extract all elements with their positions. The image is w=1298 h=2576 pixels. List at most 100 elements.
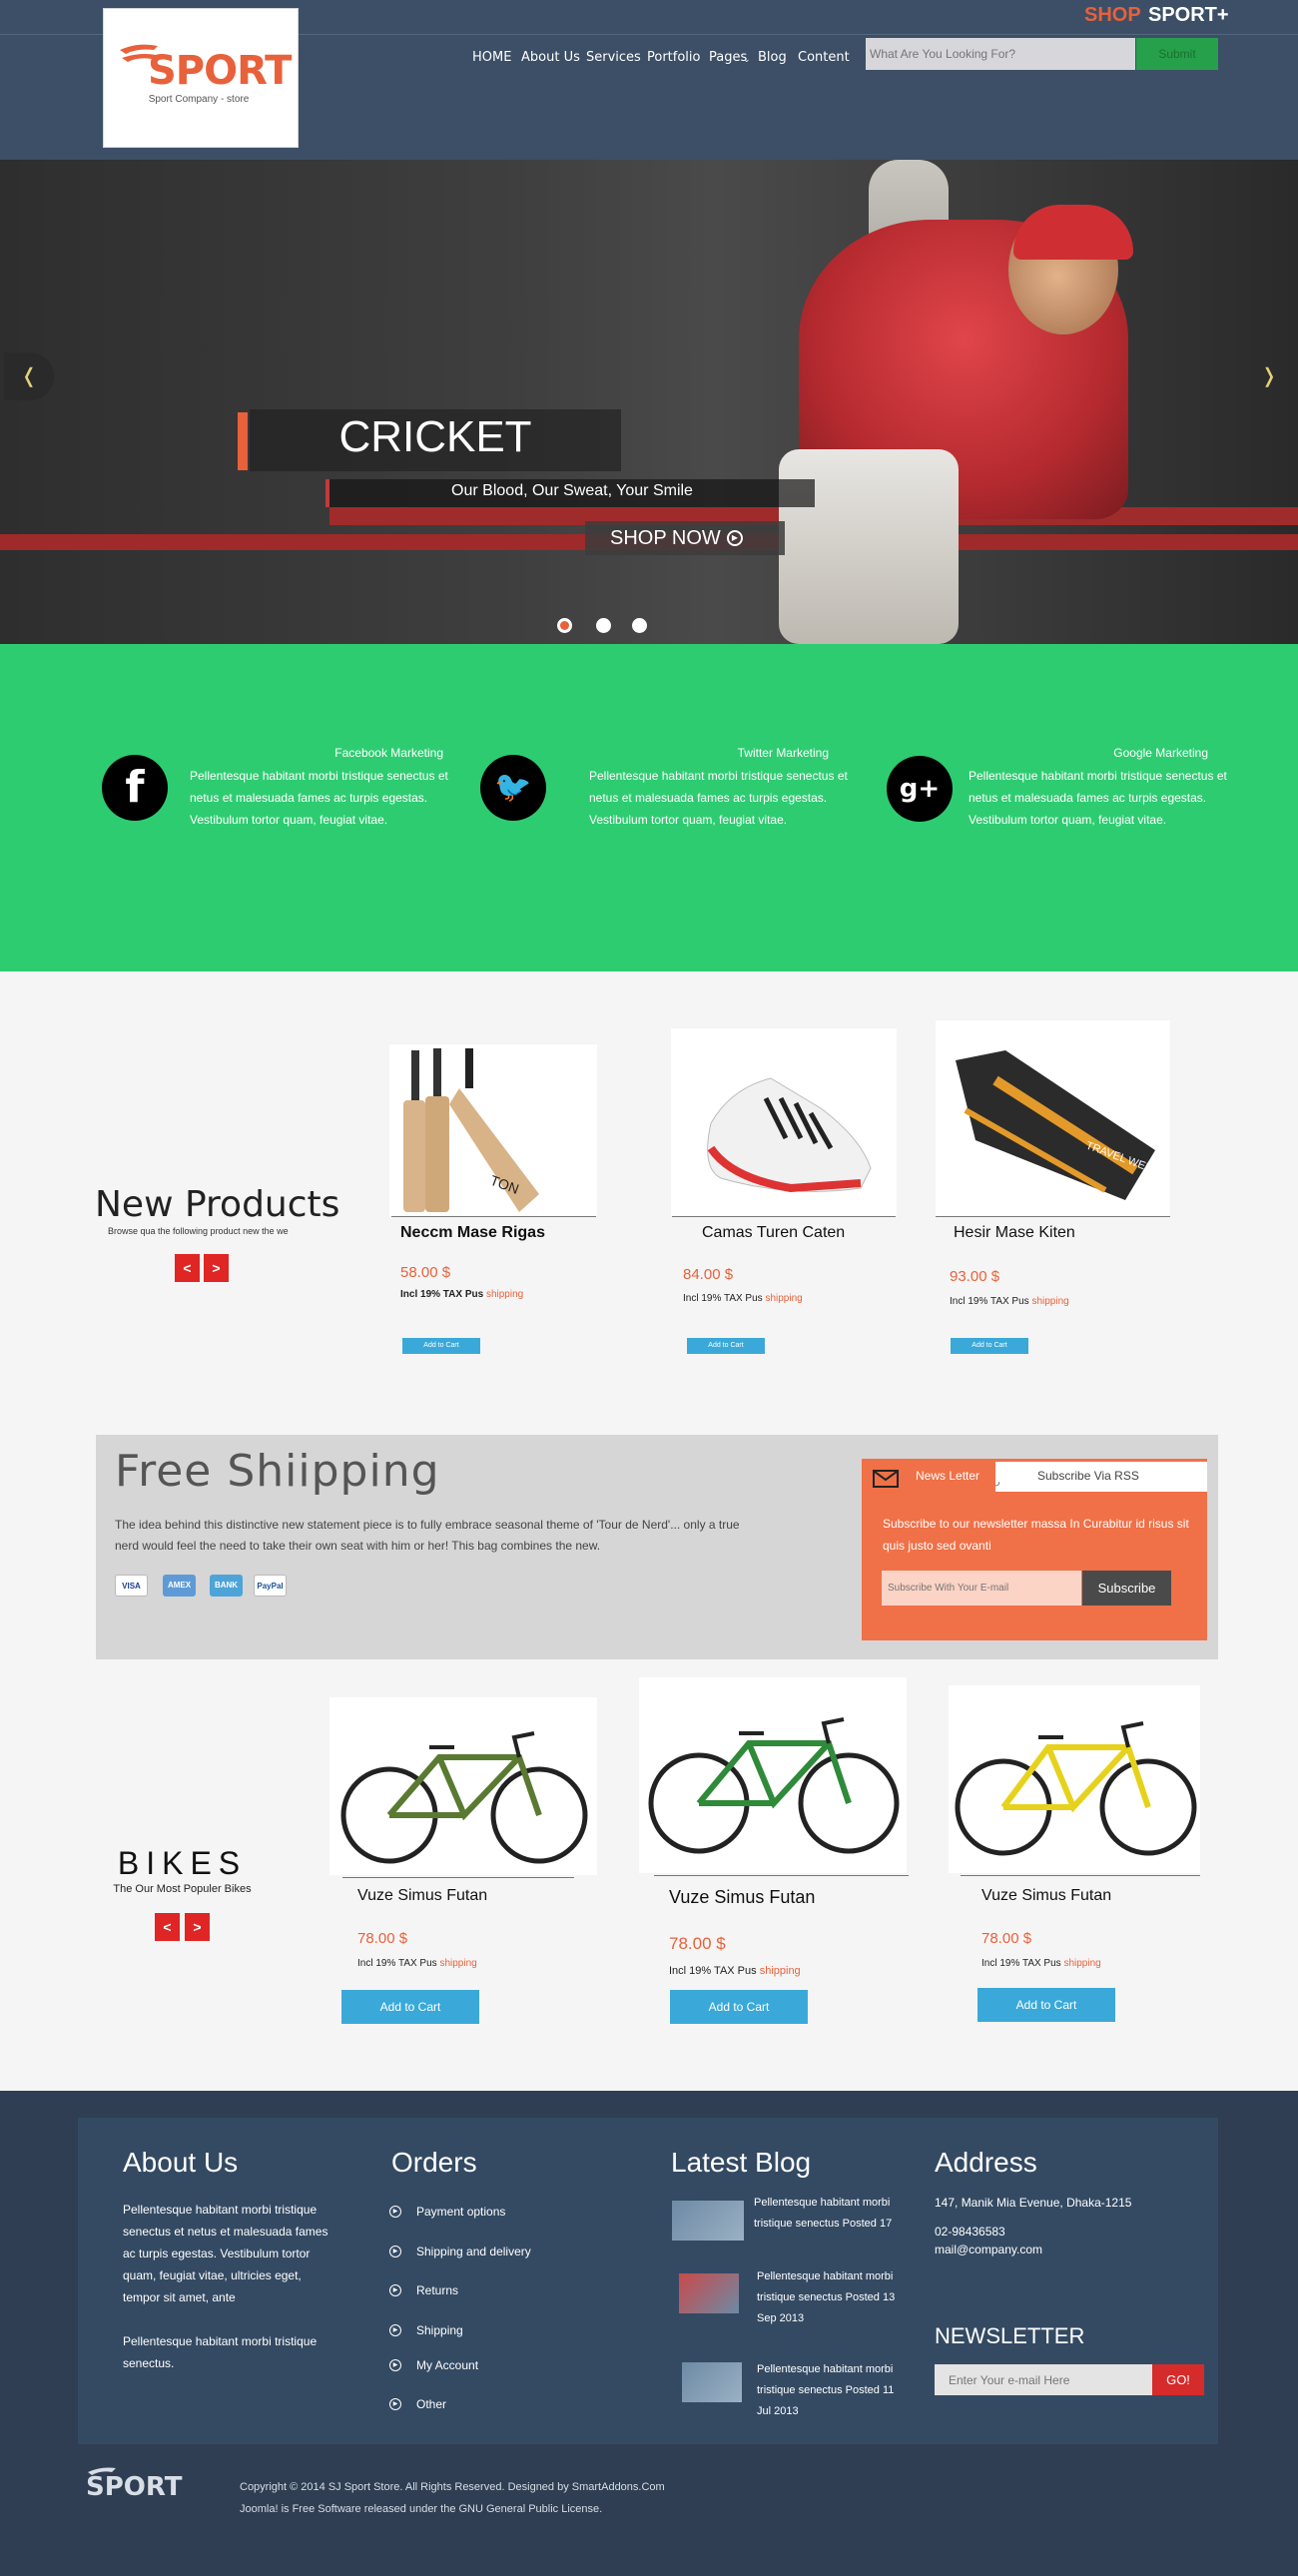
slider-dot[interactable] xyxy=(632,618,647,633)
brand-shop: SHOP xyxy=(1084,4,1141,26)
blog-thumbnail[interactable] xyxy=(679,2273,739,2313)
search-submit-button[interactable]: Submit xyxy=(1136,38,1218,70)
slider-dot-active[interactable] xyxy=(557,618,572,633)
bike-image[interactable] xyxy=(949,1685,1200,1873)
product-price: 84.00 $ xyxy=(683,1266,734,1283)
newsletter-text: Subscribe to our newsletter massa In Cur… xyxy=(883,1517,1189,1553)
blog-thumbnail[interactable] xyxy=(672,2201,744,2241)
product-tax: Incl 19% TAX Pus shipping xyxy=(400,1289,524,1300)
footer-link[interactable]: Shipping and delivery xyxy=(416,2245,531,2258)
paypal-icon: PayPal xyxy=(254,1575,287,1597)
social-text: Pellentesque habitant morbi tristique se… xyxy=(190,769,448,827)
bikes-title: BIKES xyxy=(117,1845,248,1881)
envelope-icon xyxy=(873,1470,899,1488)
footer-link[interactable]: Shipping xyxy=(416,2323,463,2337)
newsletter-email-input[interactable] xyxy=(882,1571,1081,1606)
product-image-shoe[interactable] xyxy=(671,1028,897,1216)
slider-next-button[interactable]: ❭ xyxy=(1244,352,1294,400)
product-price: 58.00 $ xyxy=(400,1264,451,1281)
bike-price: 78.00 $ xyxy=(669,1934,726,1953)
copyright: Copyright © 2014 SJ Sport Store. All Rig… xyxy=(240,2481,665,2515)
bike-image[interactable] xyxy=(329,1697,597,1875)
product-tax: Incl 19% TAX Pus shipping xyxy=(683,1293,803,1304)
nav-home[interactable]: HOME xyxy=(472,50,511,65)
products-next-button[interactable]: > xyxy=(204,1254,229,1282)
circle-arrow-icon: ▶ xyxy=(389,2246,401,2257)
shop-now-button[interactable]: SHOP NOW xyxy=(585,521,785,555)
bikes-subtitle: The Our Most Populer Bikes xyxy=(113,1883,252,1895)
bike-tax: Incl 19% TAX Pus shipping xyxy=(669,1965,801,1977)
add-to-cart-button[interactable]: Add to Cart xyxy=(951,1338,1028,1354)
footer-logo[interactable]: SPORT xyxy=(86,2472,182,2502)
add-to-cart-button[interactable]: Add to Cart xyxy=(977,1988,1115,2022)
footer-newsletter-go-button[interactable]: GO! xyxy=(1152,2364,1204,2395)
search-input[interactable] xyxy=(866,38,1135,70)
blog-thumbnail[interactable] xyxy=(682,2362,742,2402)
footer-link[interactable]: Payment options xyxy=(416,2205,505,2219)
footer-link[interactable]: Other xyxy=(416,2397,446,2411)
footer-email[interactable]: mail@company.com xyxy=(935,2243,1042,2256)
tab-subscribe-rss[interactable]: Subscribe Via RSS xyxy=(995,1462,1207,1492)
bike-price: 78.00 $ xyxy=(981,1930,1032,1947)
free-shipping-text: The idea behind this distinctive new sta… xyxy=(115,1518,740,1553)
bike-tax: Incl 19% TAX Pus shipping xyxy=(357,1958,477,1969)
product-name[interactable]: Camas Turen Caten xyxy=(702,1224,845,1242)
product-image-bag[interactable]: TRAVEL WELL xyxy=(936,1020,1170,1216)
circle-arrow-icon: ▶ xyxy=(389,2398,401,2410)
add-to-cart-button[interactable]: Add to Cart xyxy=(341,1990,479,2024)
product-image-bats[interactable]: TON xyxy=(389,1044,597,1216)
footer-about-text: Pellentesque habitant morbi tristique se… xyxy=(123,2334,318,2370)
nav-content[interactable]: Content xyxy=(798,50,850,65)
products-prev-button[interactable]: < xyxy=(175,1254,200,1282)
product-name[interactable]: Hesir Mase Kiten xyxy=(954,1224,1075,1242)
add-to-cart-button[interactable]: Add to Cart xyxy=(670,1990,808,2024)
brand-sport: SPORT+ xyxy=(1148,4,1229,26)
footer-about-title: About Us xyxy=(123,2147,239,2178)
circle-arrow-icon: ▶ xyxy=(389,2284,401,2296)
bike-image[interactable] xyxy=(639,1677,907,1873)
product-name[interactable]: Neccm Mase Rigas xyxy=(400,1224,545,1242)
blog-post-text[interactable]: Pellentesque habitant morbi tristique se… xyxy=(754,2193,899,2235)
new-products-subtitle: Browse qua the following product new the… xyxy=(108,1226,289,1236)
google-plus-icon[interactable]: g+ xyxy=(887,756,953,822)
add-to-cart-button[interactable]: Add to Cart xyxy=(687,1338,765,1354)
social-title: Twitter Marketing xyxy=(737,746,829,760)
nav-services[interactable]: Services xyxy=(586,50,641,65)
nav-blog[interactable]: Blog xyxy=(758,50,787,65)
amex-icon: AMEX xyxy=(163,1575,196,1597)
slider-dot[interactable] xyxy=(596,618,611,633)
logo-text: SPORT xyxy=(148,48,292,94)
twitter-icon[interactable]: 🐦 xyxy=(480,755,546,821)
blog-post-text[interactable]: Pellentesque habitant morbi tristique se… xyxy=(757,2266,899,2329)
bike-name[interactable]: Vuze Simus Futan xyxy=(981,1887,1111,1905)
rss-icon: ◞ xyxy=(995,1476,1000,1488)
bikes-next-button[interactable]: > xyxy=(185,1913,210,1941)
add-to-cart-button[interactable]: Add to Cart xyxy=(402,1338,480,1354)
footer-phone: 02-98436583 xyxy=(935,2225,1005,2239)
blog-post-text[interactable]: Pellentesque habitant morbi tristique se… xyxy=(757,2359,899,2422)
footer-link[interactable]: My Account xyxy=(416,2358,478,2372)
chevron-down-icon: ⌄ xyxy=(743,54,751,64)
footer-orders-title: Orders xyxy=(391,2147,477,2178)
circle-arrow-icon: ▶ xyxy=(389,2324,401,2336)
bike-name[interactable]: Vuze Simus Futan xyxy=(357,1887,487,1905)
subscribe-button[interactable]: Subscribe xyxy=(1082,1571,1171,1606)
nav-about-us[interactable]: About Us xyxy=(521,50,580,65)
hero-title: CRICKET xyxy=(338,412,532,461)
bike-name[interactable]: Vuze Simus Futan xyxy=(669,1887,815,1908)
nav-pages[interactable]: Pages xyxy=(709,50,747,65)
bank-icon: BANK xyxy=(210,1575,243,1597)
hero-title-accent xyxy=(238,412,248,470)
circle-arrow-icon: ▶ xyxy=(389,2359,401,2371)
footer-address: 147, Manik Mia Evenue, Dhaka-1215 xyxy=(935,2196,1132,2210)
footer-newsletter-input[interactable] xyxy=(935,2364,1152,2395)
nav-portfolio[interactable]: Portfolio xyxy=(647,50,700,65)
logo-tagline: Sport Company - store xyxy=(148,94,250,105)
footer-link[interactable]: Returns xyxy=(416,2283,458,2297)
free-shipping-title: Free Shiipping xyxy=(115,1446,440,1497)
footer-blog-title: Latest Blog xyxy=(671,2147,812,2178)
facebook-icon[interactable]: f xyxy=(102,755,168,821)
bikes-prev-button[interactable]: < xyxy=(155,1913,180,1941)
slider-prev-button[interactable]: ❬ xyxy=(4,352,54,400)
product-tax: Incl 19% TAX Pus shipping xyxy=(950,1296,1069,1307)
